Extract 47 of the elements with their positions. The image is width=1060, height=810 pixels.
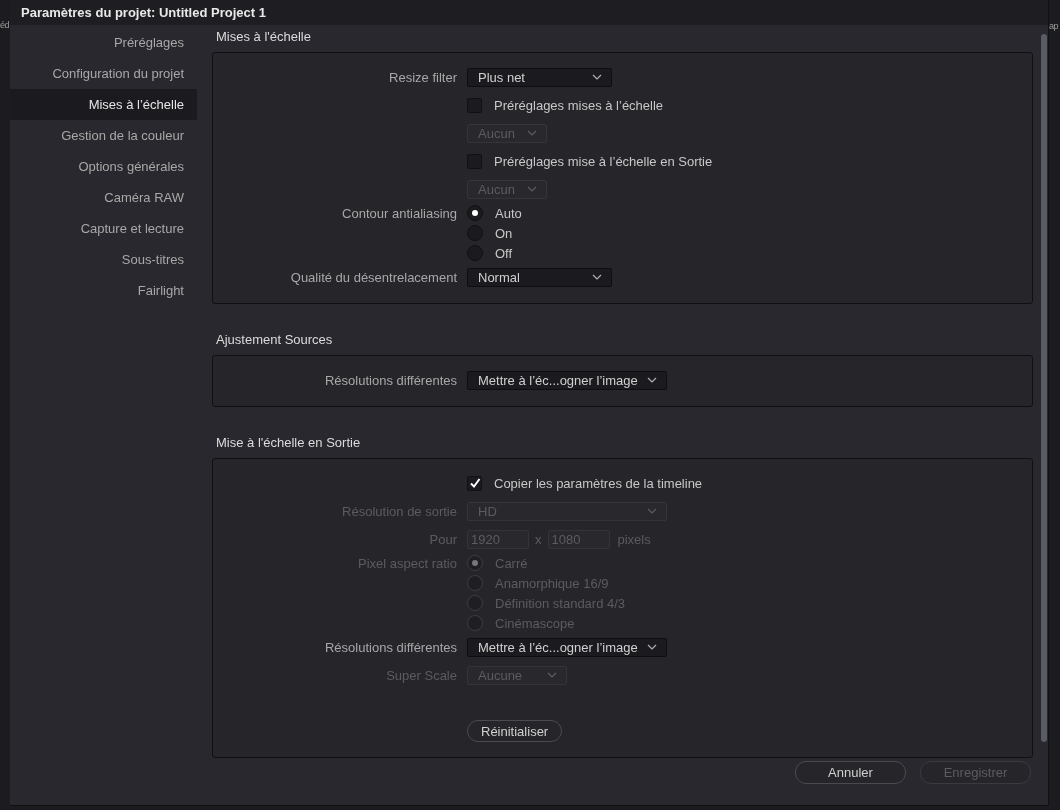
field-label: Résolutions différentes — [325, 639, 457, 655]
sidebar-item[interactable]: Caméra RAW — [10, 182, 197, 213]
background-text: éd — [0, 20, 9, 30]
sidebar-item[interactable]: Mises à l’échelle — [10, 89, 197, 120]
chevron-icon — [527, 186, 537, 192]
dropdown[interactable]: Mettre à l’éc...ogner l’image — [467, 637, 667, 657]
field-label: Contour antialiasing — [342, 205, 457, 221]
checkbox-label: Préréglages mises à l’échelle — [494, 97, 664, 113]
cancel-button[interactable]: Annuler — [795, 761, 906, 784]
sidebar-item[interactable]: Capture et lecture — [10, 213, 197, 244]
dropdown[interactable]: Plus net — [467, 67, 612, 87]
checkbox-label: Copier les paramètres de la timeline — [494, 475, 703, 491]
chevron-icon — [592, 74, 602, 80]
chevron-icon — [547, 672, 557, 678]
section-title: Ajustement Sources — [215, 331, 334, 349]
chevron-icon — [647, 644, 657, 650]
chevron-icon — [527, 130, 537, 136]
sidebar-item[interactable]: Fairlight — [10, 275, 197, 306]
window-title: Paramètres du projet: Untitled Project 1 — [21, 5, 266, 20]
field-label: Resize filter — [389, 69, 457, 85]
checkbox-label: Préréglages mise à l’échelle en Sortie — [494, 153, 713, 169]
section-title: Mises à l'échelle — [215, 28, 312, 46]
sidebar-item[interactable]: Configuration du projet — [10, 58, 197, 89]
sidebar-item[interactable]: Préréglages — [10, 27, 197, 58]
sidebar-item[interactable]: Options générales — [10, 151, 197, 182]
chevron-icon — [592, 274, 602, 280]
checkbox[interactable] — [467, 153, 482, 169]
radio-label: Auto — [495, 205, 522, 221]
chevron-icon — [647, 377, 657, 383]
field-label: Qualité du désentrelacement — [290, 269, 457, 285]
field-label: Résolutions différentes — [325, 372, 457, 388]
radio-label: On — [495, 225, 513, 241]
dropdown[interactable]: Mettre à l’éc...ogner l’image — [467, 370, 667, 390]
radio-button[interactable] — [467, 205, 483, 221]
dropdown[interactable]: Normal — [467, 267, 612, 287]
checkbox[interactable] — [467, 97, 482, 113]
section-title: Mise à l'échelle en Sortie — [215, 434, 362, 452]
radio-button[interactable] — [467, 245, 483, 261]
scrollbar[interactable] — [1041, 34, 1047, 742]
radio-label: Off — [495, 245, 513, 261]
sidebar-item[interactable]: Sous-titres — [10, 244, 197, 275]
sidebar-item[interactable]: Gestion de la couleur — [10, 120, 197, 151]
checkbox[interactable] — [467, 475, 482, 491]
reset-button[interactable]: Réinitialiser — [467, 720, 563, 742]
background-text: ap — [1049, 21, 1058, 31]
chevron-icon — [647, 508, 657, 514]
radio-button[interactable] — [467, 225, 483, 241]
